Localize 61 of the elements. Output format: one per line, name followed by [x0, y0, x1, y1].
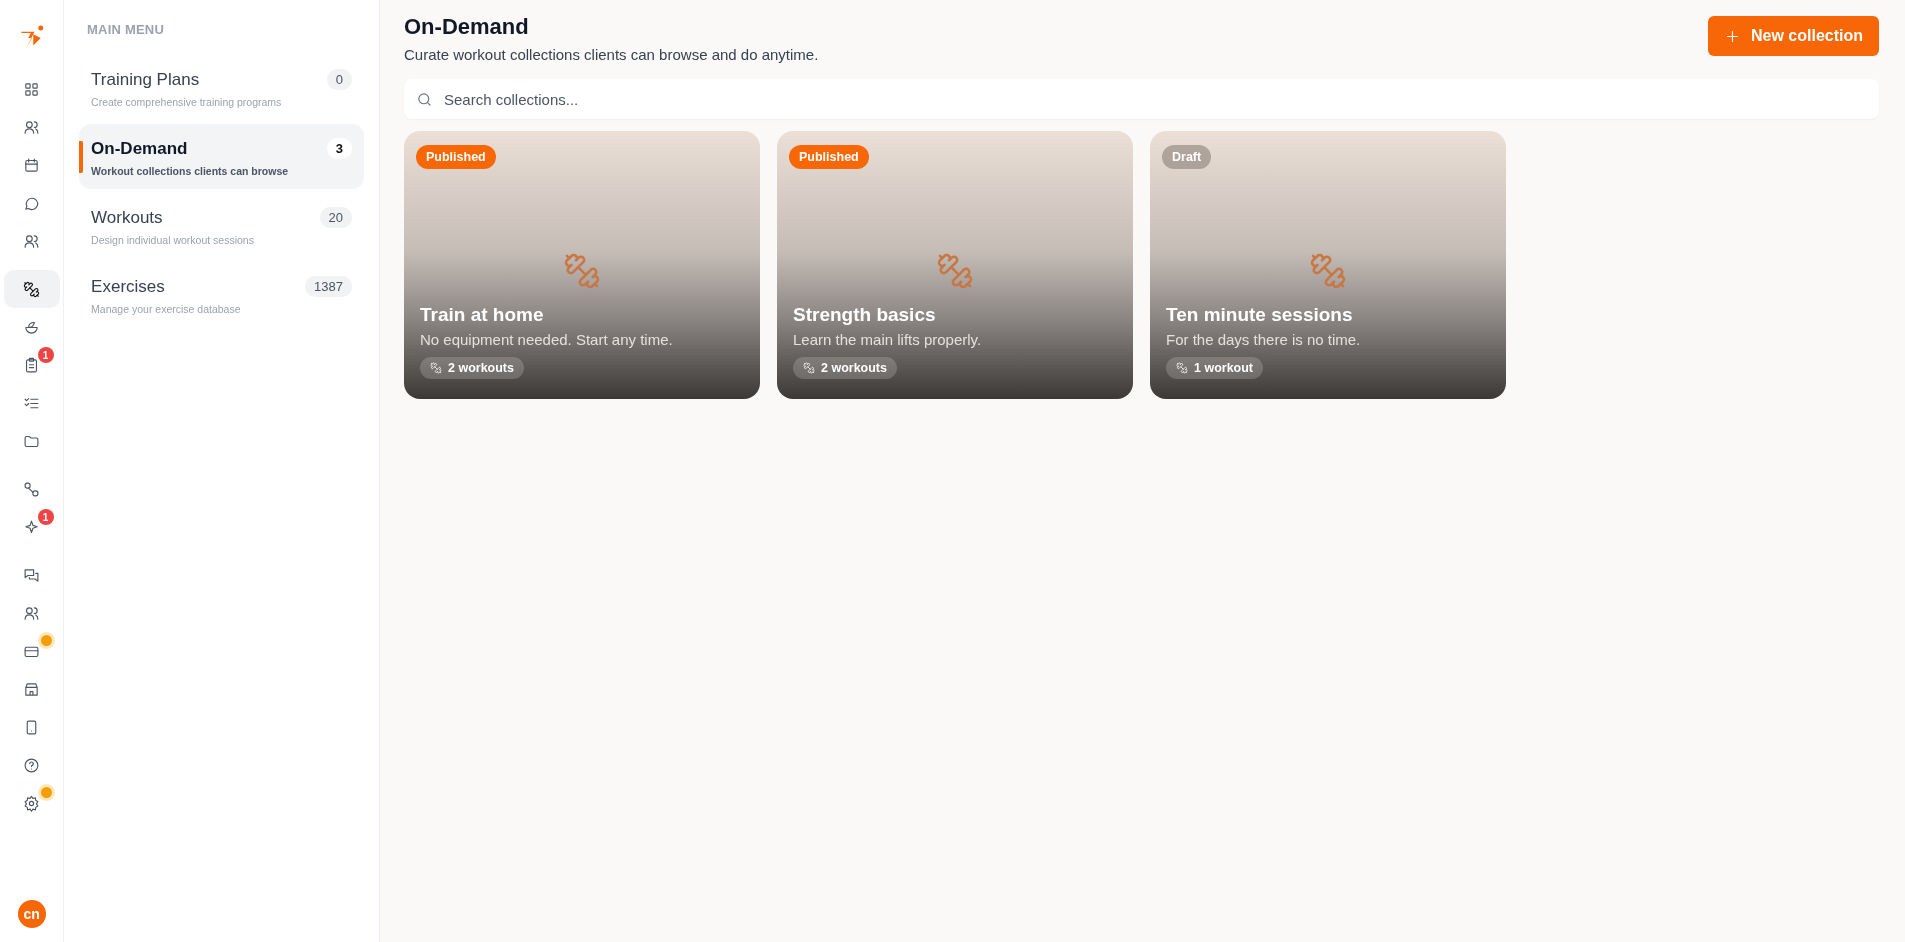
new-collection-button[interactable]: New collection: [1707, 16, 1879, 56]
status-badge: Published: [789, 145, 869, 169]
status-badge: Published: [416, 145, 496, 169]
collection-card[interactable]: Published Train at home No equipment needed. Start any time. 2 workouts: [404, 131, 760, 399]
dumbbell-icon: [803, 362, 815, 374]
chat-bubbles-icon: [23, 566, 41, 584]
collection-description: For the days there is no time.: [1166, 331, 1361, 348]
collection-description: Learn the main lifts properly.: [793, 331, 982, 348]
count-badge: 0: [326, 69, 352, 90]
nav-button[interactable]: 1: [3, 508, 60, 546]
active-indicator: [79, 141, 84, 173]
user-avatar[interactable]: cn: [17, 900, 46, 928]
collection-title: Ten minute sessions: [1166, 304, 1353, 326]
menu-item-title: Workouts: [91, 208, 164, 228]
notification-badge: 1: [37, 509, 54, 525]
collection-card[interactable]: Published Strength basics Learn the main lifts properly. 2 workouts: [777, 131, 1133, 399]
grid-icon: [23, 80, 41, 98]
collection-description: No equipment needed. Start any time.: [420, 331, 673, 348]
people-icon: [23, 604, 41, 622]
menu-item-title: Exercises: [91, 277, 166, 297]
people-icon: [23, 232, 41, 250]
notification-badge: 1: [37, 347, 54, 363]
workout-count-text: 2 workouts: [821, 361, 887, 375]
count-badge: 20: [319, 207, 352, 228]
menu-item-description: Workout collections clients can browse: [91, 165, 290, 177]
menu-item[interactable]: On-Demand Workout collections clients can browse 3: [79, 124, 364, 189]
people-icon: [23, 118, 41, 136]
collection-title: Train at home: [420, 304, 544, 326]
dumbbell-icon: [1309, 252, 1347, 290]
dumbbell-icon: [23, 280, 41, 298]
dumbbell-icon: [563, 252, 601, 290]
menu-item-title: Training Plans: [91, 70, 201, 90]
help-icon: [23, 756, 41, 774]
menu-item-description: Create comprehensive training programs: [91, 96, 283, 108]
settings-icon: [23, 794, 41, 812]
menu-heading: MAIN MENU: [86, 22, 165, 37]
sparkle-icon: [23, 518, 41, 536]
menu-item[interactable]: Exercises Manage your exercise database 1387: [79, 262, 364, 327]
nav-button[interactable]: 1: [3, 346, 60, 384]
count-badge: 1387: [305, 276, 352, 297]
collection-title: Strength basics: [793, 304, 936, 326]
search-field[interactable]: Search collections...: [404, 79, 1879, 119]
connected-nodes-icon: [23, 480, 41, 498]
menu-item[interactable]: Workouts Design individual workout sessions 20: [79, 193, 364, 258]
page-subtitle: Curate workout collections clients can browse and do anytime.: [404, 46, 819, 63]
workout-count-text: 2 workouts: [448, 361, 514, 375]
workout-count-text: 1 workout: [1194, 361, 1254, 375]
calendar-icon: [23, 156, 41, 174]
collection-card[interactable]: Draft Ten minute sessions For the days there is no time. 1 workout: [1150, 131, 1506, 399]
menu-item[interactable]: Training Plans Create comprehensive training programs 0: [79, 55, 364, 120]
nav-button[interactable]: [3, 270, 60, 308]
menu-item-title: On-Demand: [91, 139, 189, 159]
status-badge: Draft: [1162, 145, 1212, 169]
dumbbell-icon: [430, 362, 442, 374]
count-badge: 3: [326, 138, 352, 159]
dumbbell-icon: [936, 252, 974, 290]
page-title: On-Demand: [404, 14, 530, 40]
store-icon: [23, 680, 41, 698]
menu-item-description: Manage your exercise database: [91, 303, 242, 315]
dumbbell-icon: [1176, 362, 1188, 374]
menu-item-description: Design individual workout sessions: [91, 234, 255, 246]
